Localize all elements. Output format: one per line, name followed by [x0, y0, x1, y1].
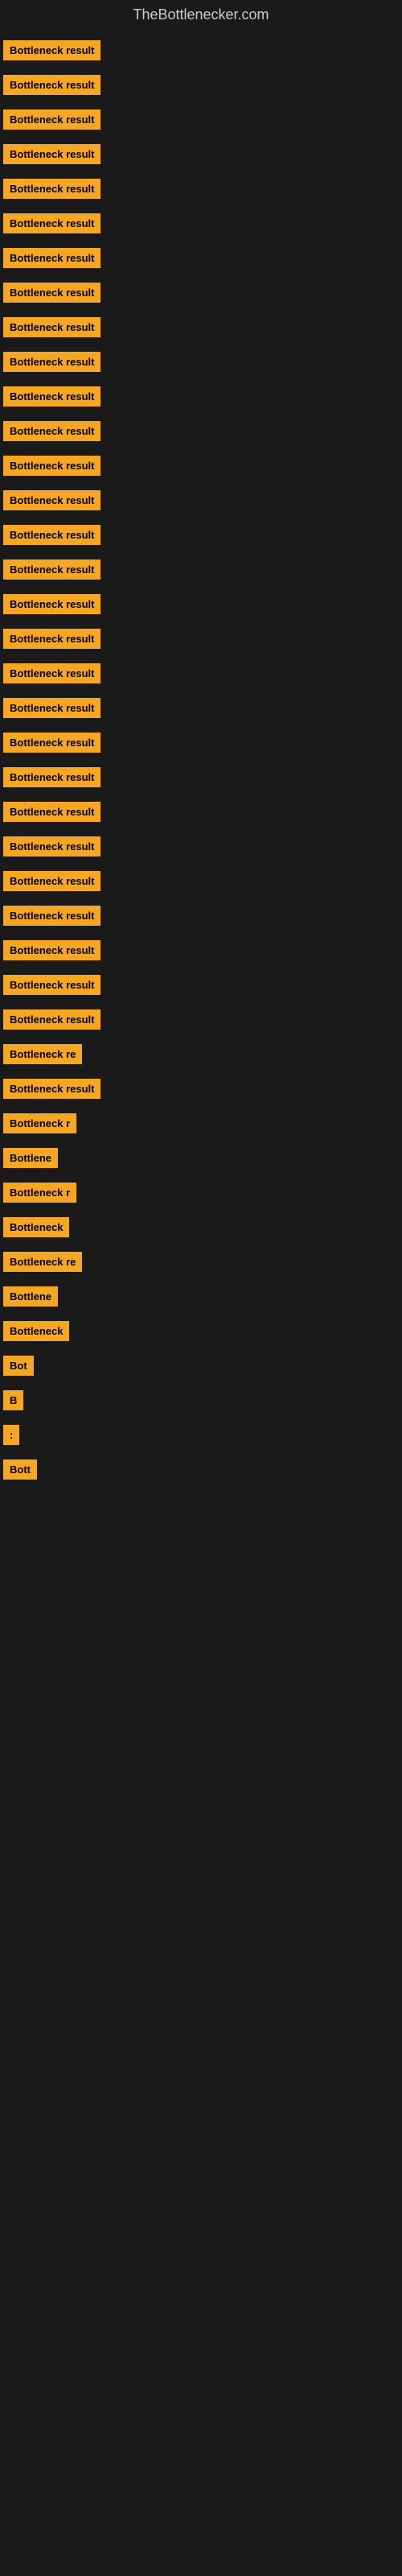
- list-item: Bottleneck result: [0, 1002, 402, 1037]
- bottleneck-badge: Bottleneck result: [3, 663, 100, 683]
- list-item: Bottleneck result: [0, 206, 402, 241]
- items-container: Bottleneck result Bottleneck result Bottle…: [0, 30, 402, 1490]
- list-item: Bottleneck: [0, 1210, 402, 1245]
- list-item: Bottleneck result: [0, 691, 402, 725]
- bottleneck-badge: Bottleneck result: [3, 767, 100, 787]
- list-item: Bottleneck result: [0, 760, 402, 795]
- bottleneck-badge: Bottleneck result: [3, 559, 100, 580]
- list-item: Bottleneck r: [0, 1106, 402, 1141]
- bottleneck-badge: Bottleneck: [3, 1217, 69, 1237]
- list-item: Bottleneck result: [0, 656, 402, 691]
- bottleneck-badge: Bottleneck r: [3, 1113, 76, 1133]
- bottleneck-badge: Bottleneck result: [3, 594, 100, 614]
- bottleneck-badge: Bottleneck result: [3, 109, 100, 130]
- bottleneck-badge: Bottleneck result: [3, 40, 100, 60]
- list-item: Bottleneck re: [0, 1037, 402, 1071]
- list-item: Bottlene: [0, 1141, 402, 1175]
- bottleneck-badge: Bottleneck result: [3, 629, 100, 649]
- list-item: Bottleneck result: [0, 864, 402, 898]
- bottleneck-badge: Bottleneck result: [3, 490, 100, 510]
- bottleneck-badge: Bottleneck: [3, 1321, 69, 1341]
- bottleneck-badge: Bottleneck result: [3, 179, 100, 199]
- list-item: Bottlene: [0, 1279, 402, 1314]
- bottleneck-badge: Bottleneck result: [3, 802, 100, 822]
- bottleneck-badge: Bottlene: [3, 1286, 58, 1307]
- list-item: B: [0, 1383, 402, 1418]
- list-item: Bottleneck r: [0, 1175, 402, 1210]
- bottleneck-badge: Bottleneck result: [3, 317, 100, 337]
- bottleneck-badge: Bottlene: [3, 1148, 58, 1168]
- list-item: Bottleneck result: [0, 898, 402, 933]
- list-item: Bottleneck result: [0, 171, 402, 206]
- list-item: Bottleneck result: [0, 829, 402, 864]
- bottleneck-badge: Bottleneck result: [3, 421, 100, 441]
- list-item: Bottleneck result: [0, 448, 402, 483]
- list-item: Bottleneck result: [0, 725, 402, 760]
- bottleneck-badge: Bottleneck r: [3, 1183, 76, 1203]
- list-item: Bottleneck result: [0, 621, 402, 656]
- bottleneck-badge: Bot: [3, 1356, 34, 1376]
- list-item: Bottleneck result: [0, 241, 402, 275]
- list-item: Bottleneck result: [0, 968, 402, 1002]
- bottleneck-badge: Bottleneck result: [3, 698, 100, 718]
- list-item: Bot: [0, 1348, 402, 1383]
- list-item: Bottleneck re: [0, 1245, 402, 1279]
- list-item: Bottleneck result: [0, 795, 402, 829]
- list-item: Bottleneck result: [0, 102, 402, 137]
- list-item: Bottleneck result: [0, 518, 402, 552]
- bottleneck-badge: Bottleneck result: [3, 733, 100, 753]
- list-item: Bottleneck result: [0, 1071, 402, 1106]
- list-item: Bottleneck result: [0, 275, 402, 310]
- bottleneck-badge: Bottleneck result: [3, 213, 100, 233]
- list-item: Bottleneck result: [0, 414, 402, 448]
- bottleneck-badge: Bottleneck re: [3, 1044, 82, 1064]
- bottleneck-badge: Bottleneck result: [3, 248, 100, 268]
- bottleneck-badge: Bottleneck result: [3, 975, 100, 995]
- list-item: Bottleneck result: [0, 33, 402, 68]
- list-item: Bottleneck result: [0, 483, 402, 518]
- bottleneck-badge: B: [3, 1390, 23, 1410]
- list-item: Bottleneck result: [0, 345, 402, 379]
- bottleneck-badge: Bottleneck result: [3, 871, 100, 891]
- bottleneck-badge: Bottleneck result: [3, 75, 100, 95]
- list-item: :: [0, 1418, 402, 1452]
- list-item: Bottleneck result: [0, 137, 402, 171]
- list-item: Bott: [0, 1452, 402, 1487]
- list-item: Bottleneck result: [0, 310, 402, 345]
- bottleneck-badge: Bottleneck re: [3, 1252, 82, 1272]
- list-item: Bottleneck: [0, 1314, 402, 1348]
- bottleneck-badge: Bott: [3, 1459, 37, 1480]
- bottleneck-badge: Bottleneck result: [3, 352, 100, 372]
- bottleneck-badge: Bottleneck result: [3, 386, 100, 407]
- bottleneck-badge: :: [3, 1425, 19, 1445]
- bottleneck-badge: Bottleneck result: [3, 1009, 100, 1030]
- bottleneck-badge: Bottleneck result: [3, 836, 100, 857]
- bottleneck-badge: Bottleneck result: [3, 1079, 100, 1099]
- list-item: Bottleneck result: [0, 379, 402, 414]
- list-item: Bottleneck result: [0, 933, 402, 968]
- bottleneck-badge: Bottleneck result: [3, 525, 100, 545]
- list-item: Bottleneck result: [0, 68, 402, 102]
- bottleneck-badge: Bottleneck result: [3, 940, 100, 960]
- bottleneck-badge: Bottleneck result: [3, 456, 100, 476]
- bottleneck-badge: Bottleneck result: [3, 283, 100, 303]
- bottleneck-badge: Bottleneck result: [3, 144, 100, 164]
- site-title: TheBottlenecker.com: [0, 0, 402, 30]
- bottleneck-badge: Bottleneck result: [3, 906, 100, 926]
- list-item: Bottleneck result: [0, 552, 402, 587]
- list-item: Bottleneck result: [0, 587, 402, 621]
